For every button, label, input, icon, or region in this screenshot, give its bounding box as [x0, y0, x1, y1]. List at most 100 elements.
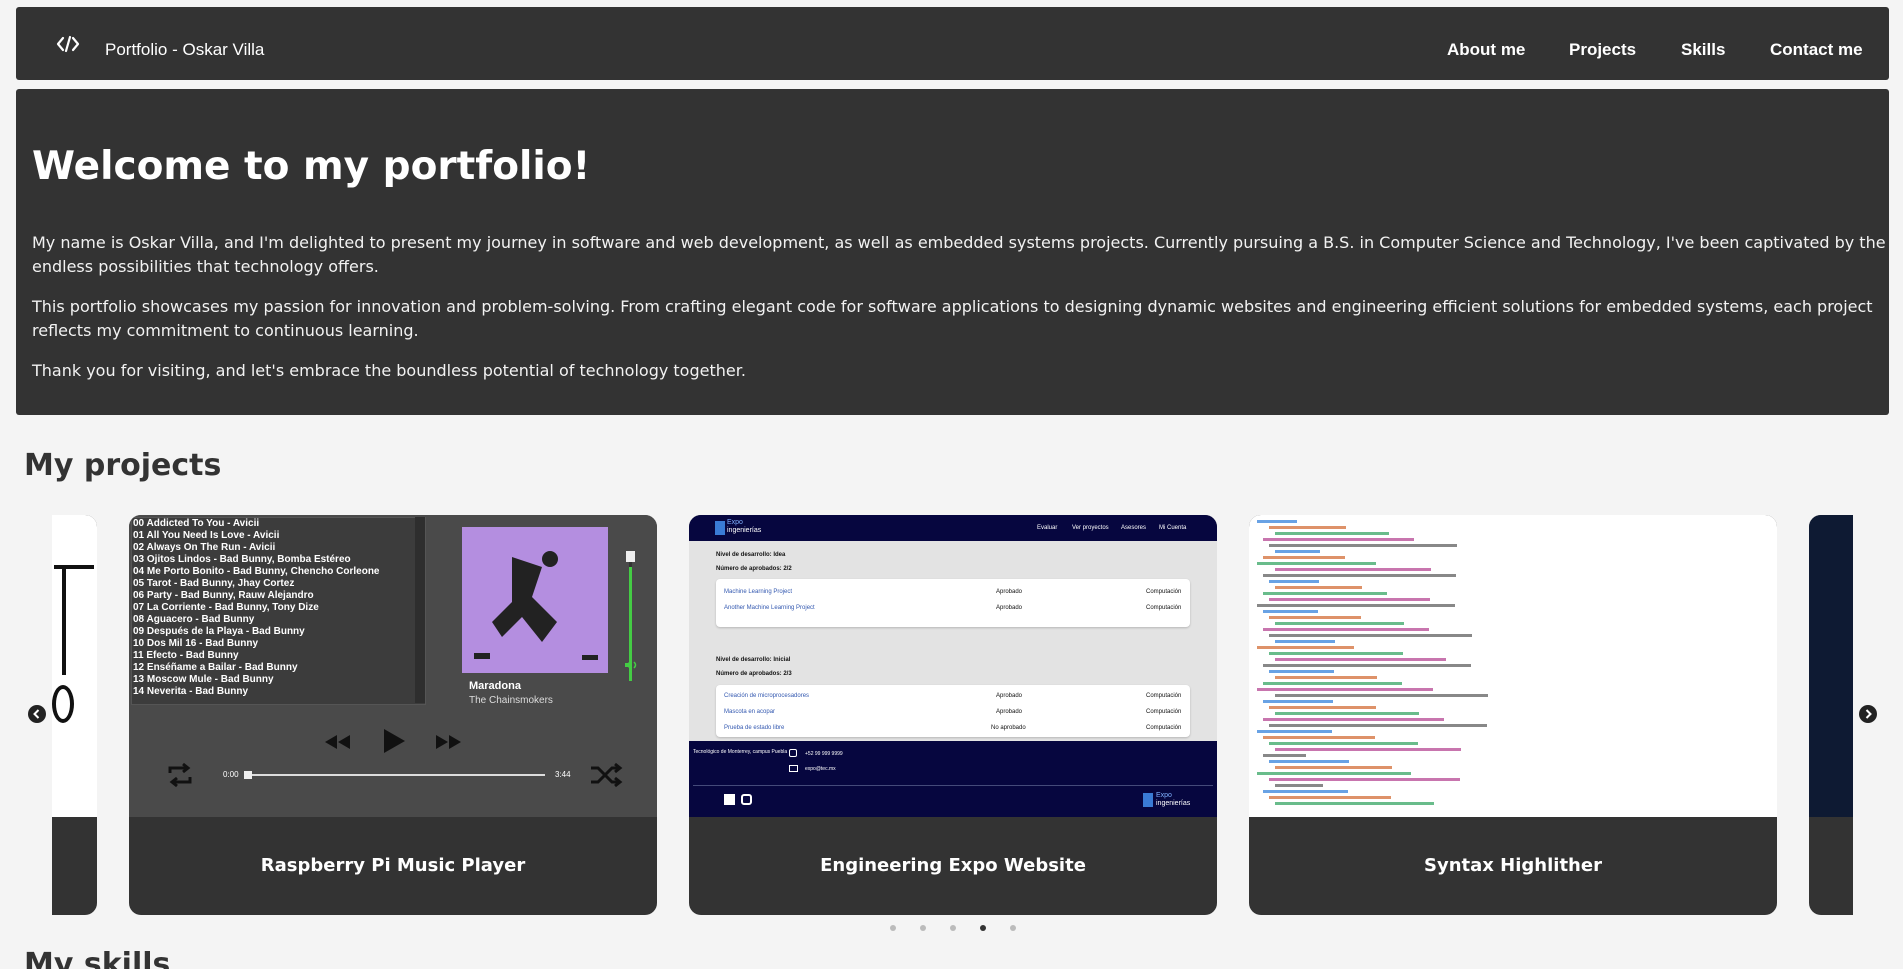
carousel-dot[interactable]	[950, 925, 956, 931]
playlist-item: 06 Party - Bad Bunny, Rauw Alejandro	[133, 590, 314, 601]
expo-cell: Machine Learning Project	[724, 589, 793, 595]
expo-footer-brand-line2: ingenierías	[1156, 800, 1191, 807]
instagram-icon[interactable]	[741, 794, 752, 805]
repeat-icon[interactable]	[165, 761, 195, 789]
intro-section: Welcome to my portfolio! My name is Oska…	[16, 89, 1889, 415]
play-icon[interactable]	[381, 727, 407, 755]
phone-icon	[789, 749, 797, 757]
carousel-next-button[interactable]	[1859, 705, 1877, 723]
carousel-dot-active[interactable]	[980, 925, 986, 931]
project-title: Syntax Highlither	[1424, 855, 1602, 876]
facebook-icon[interactable]	[724, 794, 735, 805]
expo-header: Expo ingenierías Evaluar Ver proyectos A…	[689, 515, 1217, 541]
playlist-item: 08 Aguacero - Bad Bunny	[133, 614, 255, 625]
intro-paragraph-1: My name is Oskar Villa, and I'm delighte…	[32, 233, 1886, 276]
song-title: Maradona	[469, 680, 521, 692]
playlist-item: 05 Tarot - Bad Bunny, Jhay Cortez	[133, 578, 295, 589]
chevron-left-icon	[33, 709, 40, 719]
glyph-stroke	[52, 685, 74, 723]
expo-cell: Prueba de estado libre	[724, 725, 785, 731]
carousel-dots	[0, 925, 1903, 935]
expo-cell: Creación de microprocesadores	[724, 693, 810, 699]
intro-paragraph-2: This portfolio showcases my passion for …	[32, 297, 1873, 340]
expo-cell: Computación	[1146, 725, 1182, 731]
welcome-heading: Welcome to my portfolio!	[32, 144, 591, 189]
expo-logo-icon	[1143, 793, 1153, 807]
playlist-item: 12 Enséñame a Bailar - Bad Bunny	[133, 662, 298, 673]
playlist-scrollbar	[415, 517, 425, 703]
nav-link-projects[interactable]: Projects	[1569, 40, 1636, 60]
expo-nav-item: Evaluar	[1037, 525, 1058, 531]
card-screenshot	[1809, 515, 1853, 817]
expo-body: Nivel de desarrollo: Idea Número de apro…	[689, 541, 1217, 741]
expo-cell: Aprobado	[996, 709, 1023, 715]
expo-section-title: Nivel de desarrollo: Inicial	[716, 657, 791, 663]
expo-cell: Computación	[1146, 709, 1182, 715]
project-card-expo-website[interactable]: Expo ingenierías Evaluar Ver proyectos A…	[689, 515, 1217, 915]
rewind-icon[interactable]	[323, 733, 351, 751]
playlist-item: 01 All You Need Is Love - Avicii	[133, 530, 280, 541]
card-screenshot: 00 Addicted To You - Avicii 01 All You N…	[129, 515, 657, 817]
nav-link-skills[interactable]: Skills	[1681, 40, 1725, 60]
expo-brand-line1: Expo	[727, 519, 743, 526]
expo-table: Machine Learning Project Aprobado Comput…	[716, 579, 1190, 627]
expo-cell: Aprobado	[996, 693, 1023, 699]
nav-link-about[interactable]: About me	[1447, 40, 1525, 60]
projects-heading: My projects	[24, 448, 222, 483]
expo-cell: Computación	[1146, 589, 1182, 595]
playlist-item: 09 Después de la Playa - Bad Bunny	[133, 626, 305, 637]
glyph-stroke	[54, 565, 94, 569]
playlist-item: 00 Addicted To You - Avicii	[133, 518, 260, 529]
project-card-syntax-highlighter[interactable]: Syntax Highlither	[1249, 515, 1777, 915]
expo-cell: No aprobado	[991, 725, 1026, 731]
expo-brand-line2: ingenierías	[727, 527, 762, 534]
expo-logo-icon	[715, 521, 725, 535]
project-card-music-player[interactable]: 00 Addicted To You - Avicii 01 All You N…	[129, 515, 657, 915]
expo-section-sub: Número de aprobados: 2/3	[716, 671, 792, 677]
volume-icon	[625, 659, 637, 671]
card-screenshot: Expo ingenierías Evaluar Ver proyectos A…	[689, 515, 1217, 817]
code-line	[1257, 801, 1769, 807]
shuffle-icon[interactable]	[589, 761, 623, 789]
fast-forward-icon[interactable]	[435, 733, 463, 751]
album-art-figure	[474, 551, 598, 660]
expo-cell: Computación	[1146, 693, 1182, 699]
expo-footer: Tecnológico de Monterrey, campus Puebla …	[689, 741, 1217, 817]
expo-footer-email: expo@tec.mx	[805, 766, 836, 772]
expo-cell: Aprobado	[996, 589, 1023, 595]
project-card-partial-right[interactable]	[1809, 515, 1853, 915]
time-elapsed: 0:00	[223, 770, 239, 779]
skills-heading: My skills	[24, 947, 171, 969]
playlist-item: 02 Always On The Run - Avicii	[133, 542, 276, 553]
expo-nav-item: Ver proyectos	[1072, 525, 1109, 531]
expo-section-title: Nivel de desarrollo: Idea	[716, 552, 786, 558]
volume-slider-handle[interactable]	[626, 551, 635, 562]
project-title: Raspberry Pi Music Player	[260, 855, 526, 876]
expo-section-sub: Número de aprobados: 2/2	[716, 566, 792, 572]
progress-handle[interactable]	[244, 771, 252, 779]
nav-link-contact[interactable]: Contact me	[1770, 40, 1863, 60]
expo-nav-item: Asesores	[1121, 525, 1147, 531]
carousel-dot[interactable]	[1010, 925, 1016, 931]
carousel-dot[interactable]	[920, 925, 926, 931]
progress-bar[interactable]	[245, 774, 545, 776]
chevron-right-icon	[1865, 709, 1872, 719]
intro-paragraph-3: Thank you for visiting, and let's embrac…	[32, 361, 746, 380]
playlist-item: 14 Neverita - Bad Bunny	[133, 686, 249, 697]
brand-title[interactable]: Portfolio - Oskar Villa	[105, 40, 264, 60]
carousel-dot[interactable]	[890, 925, 896, 931]
playlist-item: 03 Ojitos Lindos - Bad Bunny, Bomba Esté…	[133, 554, 351, 565]
expo-cell: Another Machine Learning Project	[724, 605, 815, 611]
carousel-prev-button[interactable]	[28, 705, 46, 723]
footer-divider	[693, 785, 1213, 786]
expo-cell: Aprobado	[996, 605, 1023, 611]
song-artist: The Chainsmokers	[469, 695, 553, 706]
project-card-partial-left[interactable]	[52, 515, 97, 915]
playlist: 00 Addicted To You - Avicii 01 All You N…	[131, 517, 426, 705]
project-title: Engineering Expo Website	[820, 855, 1086, 876]
playlist-item: 11 Efecto - Bad Bunny	[133, 650, 239, 661]
expo-footer-phone: +52 99 999 9999	[805, 751, 843, 757]
expo-cell: Computación	[1146, 605, 1182, 611]
card-screenshot	[52, 515, 97, 817]
playlist-item: 07 La Corriente - Bad Bunny, Tony Dize	[133, 602, 319, 613]
